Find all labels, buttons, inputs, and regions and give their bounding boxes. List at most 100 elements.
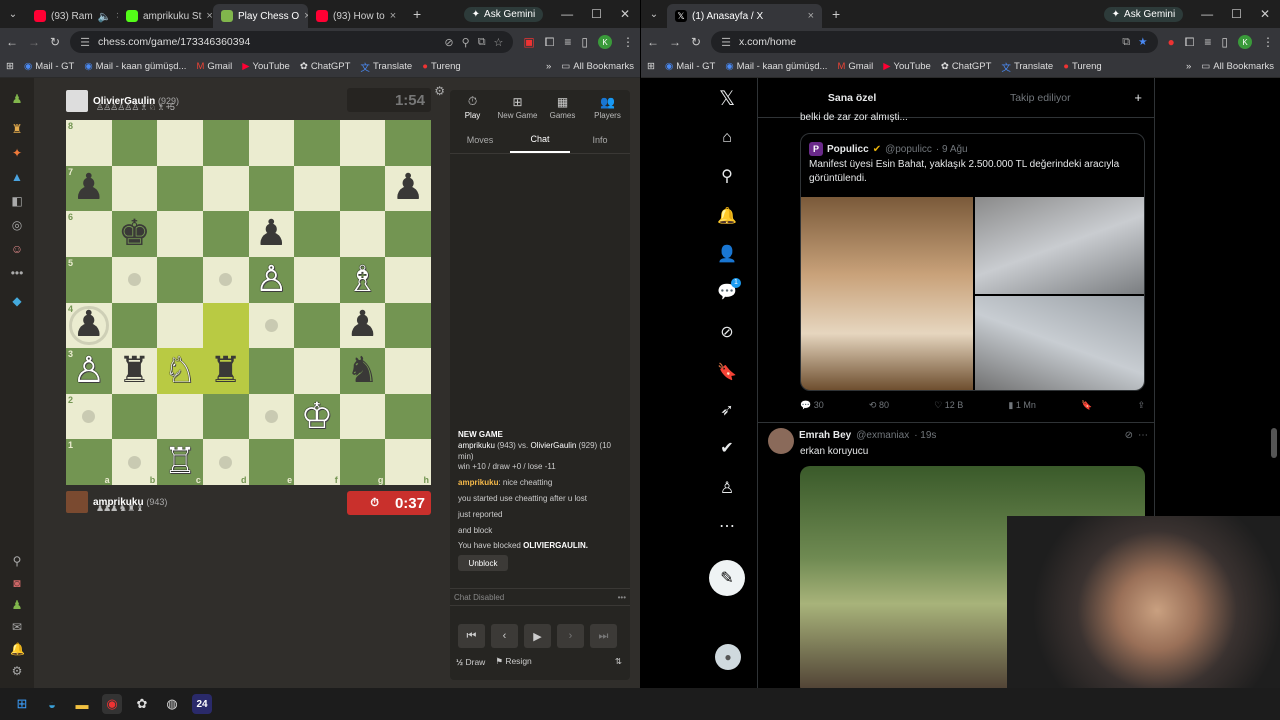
address-bar[interactable]: ☰ x.com/home ⧉ ★ <box>711 31 1158 53</box>
tab-chess[interactable]: Play Chess O × <box>213 4 308 28</box>
tab-moves[interactable]: Moves <box>450 126 510 153</box>
bookmarks-icon[interactable]: 🔖 <box>715 360 739 384</box>
legal-move-dot[interactable] <box>127 455 141 469</box>
square-a5[interactable]: 5 <box>66 256 112 303</box>
notifications-icon[interactable]: 🔔 <box>10 642 25 656</box>
author-name[interactable]: Emrah Bey <box>799 430 851 441</box>
tab-youtube-2[interactable]: (93) How to × <box>308 4 403 28</box>
close-window-icon[interactable]: ✕ <box>620 7 630 21</box>
square-c4[interactable] <box>157 302 203 349</box>
tab-search-icon[interactable]: ⌄ <box>0 9 26 20</box>
play-button[interactable]: ▶ <box>524 624 551 648</box>
gemini-button[interactable]: ✦ Ask Gemini <box>463 6 544 22</box>
media-photo-car-1[interactable] <box>974 197 1144 294</box>
square-h3[interactable] <box>385 348 431 394</box>
more-bookmarks-icon[interactable]: » <box>546 61 551 72</box>
install-icon[interactable]: ⧉ <box>478 36 486 49</box>
player-avatar[interactable] <box>66 491 88 513</box>
watch-icon[interactable]: ◧ <box>10 194 24 208</box>
next-move-button[interactable]: › <box>557 624 584 648</box>
bookmark-mail-kaan[interactable]: ◉ Mail - kaan gümüşd... <box>84 61 186 72</box>
author-avatar[interactable] <box>768 428 794 454</box>
repost-button[interactable]: ⟲ 80 <box>869 400 889 411</box>
square-b3[interactable]: ♜ <box>111 348 158 394</box>
legal-move-dot[interactable] <box>264 318 278 332</box>
close-icon[interactable]: × <box>206 10 212 22</box>
square-c1[interactable]: c ♖ <box>157 439 203 485</box>
square-f2[interactable]: ♔ <box>294 393 340 440</box>
chess-piece-icon[interactable]: ♖ <box>164 444 196 480</box>
square-d1[interactable]: d <box>202 439 249 485</box>
tab-players[interactable]: 👥 Players <box>585 90 630 124</box>
square-c3[interactable]: ♘ <box>157 348 203 394</box>
chess-piece-icon[interactable]: ♜ <box>210 352 242 389</box>
bookmark-star-icon[interactable]: ★ <box>1138 36 1147 48</box>
square-a3[interactable]: 3 ♙ <box>66 348 112 394</box>
compose-post-button[interactable]: ✎ <box>709 560 745 596</box>
share-icon[interactable]: ⇪ <box>1137 400 1145 411</box>
square-c7[interactable] <box>157 165 203 212</box>
square-f5[interactable] <box>294 256 340 303</box>
views-button[interactable]: ▮ 1 Mn <box>1008 400 1035 411</box>
profile-avatar[interactable]: K <box>1238 35 1252 49</box>
settings-icon[interactable]: ⚙ <box>10 664 24 678</box>
legal-move-dot[interactable] <box>219 273 233 287</box>
verified-icon[interactable]: ✔ <box>715 436 739 460</box>
chess-piece-icon[interactable]: ♟ <box>392 170 424 206</box>
camera-off-icon[interactable]: ⊘ <box>444 36 453 49</box>
quoted-author-name[interactable]: Populicc <box>827 144 869 155</box>
minimize-icon[interactable]: — <box>561 7 573 21</box>
chess-piece-icon[interactable]: ♗ <box>346 261 378 298</box>
square-a2[interactable]: 2 <box>66 393 112 440</box>
more-icon[interactable]: ⋯ <box>715 514 739 538</box>
square-b1[interactable]: b <box>111 439 158 485</box>
settings-gear-icon[interactable]: ⚙ <box>434 84 445 98</box>
maximize-icon[interactable]: ☐ <box>1231 7 1242 21</box>
like-button[interactable]: ♡ 12 B <box>934 400 963 411</box>
bookmark-tureng[interactable]: ● Tureng <box>422 61 461 72</box>
follow-icon[interactable]: 👤 <box>715 242 739 266</box>
first-move-button[interactable]: ⏮ <box>458 624 485 648</box>
square-g7[interactable] <box>339 165 386 212</box>
profile-icon[interactable]: ◙ <box>10 576 24 590</box>
square-b5[interactable] <box>111 256 158 303</box>
square-f3[interactable] <box>294 348 340 394</box>
tab-kick[interactable]: amprikuku St × <box>118 4 213 28</box>
menu-icon[interactable]: ⋮ <box>1262 35 1274 49</box>
square-h8[interactable] <box>385 120 431 166</box>
square-d8[interactable] <box>202 120 249 166</box>
square-d6[interactable] <box>202 211 249 257</box>
bookmark-icon[interactable]: 🔖 <box>1081 400 1092 411</box>
square-e2[interactable] <box>248 393 295 440</box>
square-g1[interactable]: g <box>339 439 386 485</box>
bookmark-gmail[interactable]: M Gmail <box>196 61 232 72</box>
populicc-avatar[interactable]: P <box>809 142 823 156</box>
square-g8[interactable] <box>339 120 386 166</box>
reload-icon[interactable]: ↻ <box>50 35 60 49</box>
reply-button[interactable]: 💬 30 <box>800 400 824 411</box>
apps-icon[interactable]: ⊞ <box>647 61 655 72</box>
chess-logo-icon[interactable]: ♟ <box>10 92 24 106</box>
square-a8[interactable]: 8 <box>66 120 112 166</box>
extensions-icon[interactable]: ⧠ <box>1185 35 1195 50</box>
square-e3[interactable] <box>248 348 295 394</box>
scrollbar-thumb[interactable] <box>1271 428 1277 458</box>
bookmark-youtube[interactable]: ▶ YouTube <box>242 61 290 72</box>
notifications-icon[interactable]: 🔔 <box>715 204 739 228</box>
close-window-icon[interactable]: ✕ <box>1260 7 1270 21</box>
install-icon[interactable]: ⧉ <box>1122 36 1130 49</box>
side-panel-icon[interactable]: ▯ <box>581 35 588 49</box>
bookmark-translate[interactable]: 文 Translate <box>360 60 412 74</box>
draw-button[interactable]: ½ Draw <box>456 657 485 667</box>
square-b7[interactable] <box>111 165 158 212</box>
square-h2[interactable] <box>385 393 431 440</box>
square-e4[interactable] <box>248 302 295 349</box>
resign-button[interactable]: ⚑ Resign <box>495 656 531 667</box>
square-c8[interactable] <box>157 120 203 166</box>
puzzles-icon[interactable]: ✦ <box>10 146 24 160</box>
chess-piece-icon[interactable]: ♘ <box>164 352 196 389</box>
more-options-icon[interactable]: ••• <box>618 593 626 602</box>
square-b8[interactable] <box>111 120 158 166</box>
square-e1[interactable]: e <box>248 439 295 485</box>
play-icon[interactable]: ♜ <box>10 122 24 136</box>
